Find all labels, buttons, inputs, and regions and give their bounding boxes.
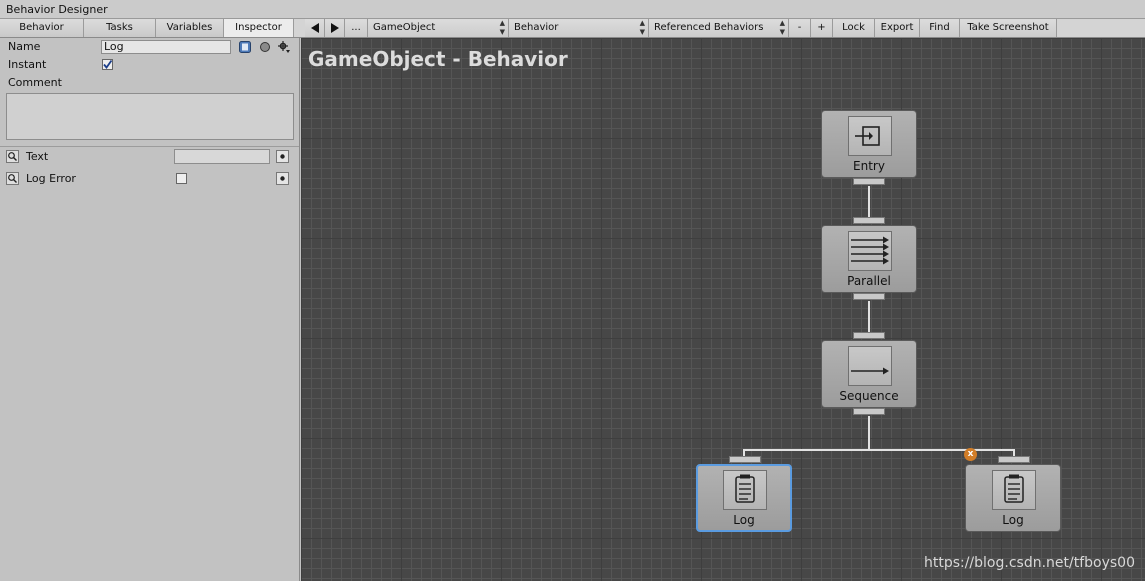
graph-canvas[interactable]: GameObject - Behavior Entry Parallel Seq… [301,38,1145,581]
node-output-port[interactable] [853,178,885,185]
comment-textarea[interactable] [6,93,294,140]
connection-line [868,416,870,449]
log-task-node[interactable]: Log [965,464,1061,532]
referenced-behaviors-dropdown[interactable]: Referenced Behaviors ▲ ▼ [649,19,789,37]
sequence-icon [851,367,889,375]
graph-title: GameObject - Behavior [308,47,568,71]
magnifier-icon [8,152,17,161]
sequence-task-node[interactable]: Sequence [821,340,917,408]
dropdown-arrows-icon: ▲ ▼ [639,19,645,36]
node-input-port[interactable] [729,456,761,463]
node-input-port[interactable] [853,217,885,224]
node-input-port[interactable] [998,456,1030,463]
triangle-right-icon [331,23,339,33]
tab-tasks[interactable]: Tasks [84,19,156,37]
help-icon[interactable] [239,41,251,53]
sequence-icon-frame [848,346,892,386]
instant-label: Instant [8,58,47,71]
magnifier-icon [8,174,17,183]
log-icon-frame [992,470,1036,510]
field-options-button[interactable] [276,172,289,185]
tab-inspector[interactable]: Inspector [224,19,294,37]
tab-variables[interactable]: Variables [156,19,224,37]
inspector-panel: Name Log Instant Comment Text Log Error [0,38,300,581]
export-button[interactable]: Export [875,19,920,37]
log-icon [735,474,755,503]
variable-toggle-button[interactable] [6,150,19,163]
parallel-icon [851,236,889,265]
variable-toggle-button[interactable] [6,172,19,185]
parallel-task-node[interactable]: Parallel [821,225,917,293]
dot-icon [280,154,285,159]
comment-label: Comment [8,76,62,89]
entry-task-node[interactable]: Entry [821,110,917,178]
connection-line [868,186,870,218]
referenced-behaviors-label: Referenced Behaviors [654,22,764,33]
checkmark-icon [103,59,113,69]
more-button[interactable]: ... [345,19,368,37]
window-title: Behavior Designer [6,3,108,16]
gameobject-dropdown[interactable]: GameObject ▲ ▼ [368,19,509,37]
node-label: Log [1002,513,1024,527]
watermark-text: https://blog.csdn.net/tfboys00 [923,555,1135,571]
find-button[interactable]: Find [920,19,960,37]
previous-button[interactable] [305,19,325,37]
name-field[interactable]: Log [101,40,231,54]
node-label: Parallel [847,274,891,288]
node-input-port[interactable] [853,332,885,339]
node-label: Sequence [839,389,899,403]
log-error-label: Log Error [26,172,76,185]
instant-checkbox[interactable] [102,59,113,70]
node-output-port[interactable] [853,408,885,415]
text-field-input[interactable] [174,149,270,164]
toolbar: Behavior Tasks Variables Inspector ... G… [0,19,1145,38]
tab-behavior[interactable]: Behavior [0,19,84,37]
node-label: Log [733,513,755,527]
take-screenshot-button[interactable]: Take Screenshot [960,19,1057,37]
entry-icon [855,126,880,146]
gear-icon[interactable] [278,41,290,53]
dropdown-arrows-icon: ▲ ▼ [779,19,785,36]
node-output-port[interactable] [853,293,885,300]
text-field-label: Text [26,150,49,163]
circle-icon[interactable] [259,41,271,53]
name-label: Name [8,40,41,53]
dropdown-arrows-icon: ▲ ▼ [499,19,505,36]
gameobject-dropdown-label: GameObject [373,22,436,33]
next-button[interactable] [325,19,345,37]
log-error-checkbox[interactable] [176,173,187,184]
dot-icon [280,176,285,181]
add-button[interactable]: + [811,19,833,37]
parallel-icon-frame [848,231,892,271]
connection-line [868,301,870,333]
field-options-button[interactable] [276,150,289,163]
log-icon-frame [723,470,767,510]
log-task-node-selected[interactable]: Log [696,464,792,532]
remove-button[interactable]: - [789,19,811,37]
node-label: Entry [853,159,885,173]
window-titlebar: Behavior Designer [0,0,1145,19]
lock-button[interactable]: Lock [833,19,875,37]
behavior-dropdown-label: Behavior [514,22,559,33]
log-icon [1004,474,1024,503]
behavior-dropdown[interactable]: Behavior ▲ ▼ [509,19,649,37]
disabled-badge-icon[interactable]: x [964,448,977,461]
divider [0,146,299,147]
entry-icon-frame [848,116,892,156]
triangle-left-icon [311,23,319,33]
